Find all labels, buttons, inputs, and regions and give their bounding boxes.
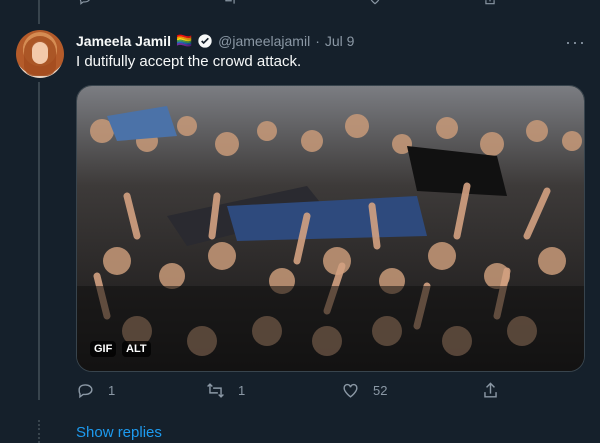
- tweet-actions: 1 1 52: [76, 381, 516, 403]
- avatar[interactable]: [16, 30, 64, 78]
- heart-icon: [343, 383, 358, 398]
- gif-badge: GIF: [90, 341, 117, 357]
- retweet-button[interactable]: 1: [206, 381, 245, 400]
- tweet-media-gif[interactable]: GIF ALT: [76, 85, 585, 372]
- more-options-button[interactable]: ···: [565, 32, 586, 53]
- retweet-count: 1: [238, 383, 246, 398]
- reply-button[interactable]: 1: [76, 381, 115, 400]
- share-icon: [484, 382, 497, 398]
- reply-icon[interactable]: [78, 0, 92, 6]
- thread-connector-top: [38, 0, 40, 24]
- retweet-icon[interactable]: [223, 0, 237, 6]
- reply-count: 1: [108, 383, 116, 398]
- thread-connector: [38, 82, 40, 400]
- reply-icon: [78, 384, 93, 399]
- thread-continuation-dots: [35, 420, 43, 443]
- share-icon[interactable]: [483, 0, 497, 6]
- alt-badge[interactable]: ALT: [122, 341, 151, 357]
- like-button[interactable]: 52: [341, 381, 387, 400]
- tweet-text: I dutifully accept the crowd attack.: [76, 53, 302, 70]
- retweet-icon: [207, 383, 224, 398]
- like-icon[interactable]: [368, 0, 382, 6]
- rainbow-emoji: 🏳️‍🌈: [175, 33, 193, 48]
- tweet-header: Jameela Jamil 🏳️‍🌈 @jameelajamil · Jul 9: [76, 32, 354, 50]
- tweet-date[interactable]: Jul 9: [325, 33, 355, 49]
- show-replies-link[interactable]: Show replies: [76, 424, 162, 441]
- author-name[interactable]: Jameela Jamil: [76, 33, 171, 49]
- crowd-surfing-image: [77, 86, 584, 371]
- separator-dot: ·: [315, 33, 320, 49]
- share-button[interactable]: [481, 381, 500, 400]
- previous-tweet-actions: [78, 0, 600, 6]
- avatar-face: [32, 42, 48, 64]
- verified-badge-icon: [198, 34, 212, 48]
- like-count: 52: [373, 383, 388, 398]
- author-handle[interactable]: @jameelajamil: [218, 33, 310, 49]
